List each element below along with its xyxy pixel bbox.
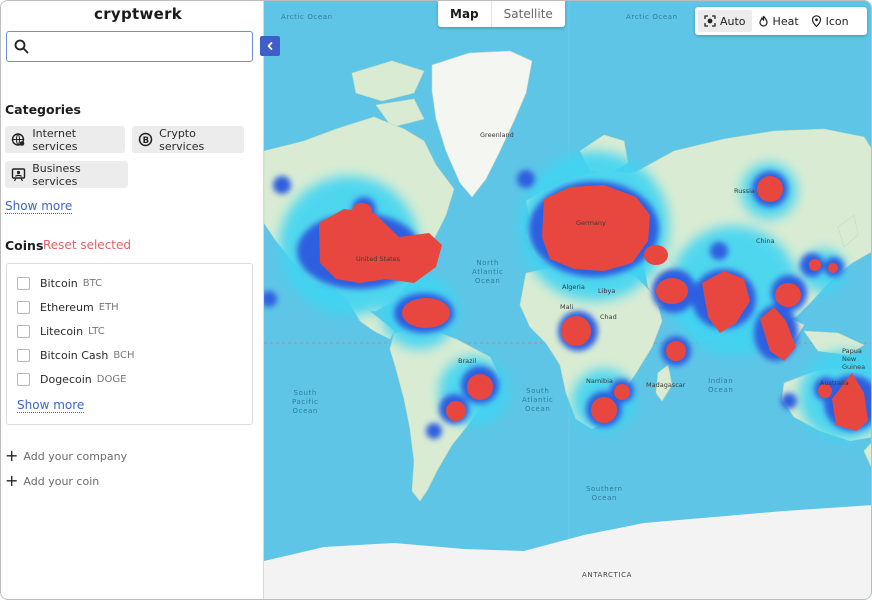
coin-name: Bitcoin Cash	[40, 348, 109, 362]
coin-name: Bitcoin	[40, 276, 78, 290]
plus-icon: +	[5, 446, 19, 465]
coin-checkbox[interactable]	[17, 372, 30, 386]
add-coin-label: Add your coin	[23, 474, 100, 488]
country-label: Libya	[598, 287, 616, 295]
auto-icon	[704, 15, 716, 27]
coins-list: Bitcoin BTC Ethereum ETH Litecoin LTC Bi…	[6, 263, 253, 425]
svg-text:B: B	[143, 136, 149, 146]
country-label: Chad	[600, 313, 617, 321]
category-label: Crypto services	[159, 126, 205, 153]
coin-item-litecoin[interactable]: Litecoin LTC	[17, 322, 105, 340]
mode-icon-label: Icon	[825, 14, 849, 28]
internet-services-icon	[11, 131, 26, 148]
category-internet-services[interactable]: Internet services	[5, 126, 125, 153]
logo[interactable]: cryptwerk	[94, 5, 182, 23]
country-label: Namibia	[586, 377, 613, 385]
ocean-label-south-atlantic: South Atlantic Ocean	[522, 387, 554, 413]
add-company-label: Add your company	[23, 449, 128, 463]
coin-name: Litecoin	[40, 324, 84, 338]
country-label: Brazil	[458, 357, 477, 365]
coin-item-bitcoin-cash[interactable]: Bitcoin Cash BCH	[17, 346, 135, 364]
ocean-label-indian: Indian Ocean	[708, 377, 734, 394]
map-canvas[interactable]: Arctic Ocean Arctic Ocean North Atlantic…	[264, 1, 871, 599]
country-label: Australia	[820, 379, 849, 387]
view-mode-toggle: Auto Heat Icon	[695, 7, 867, 35]
crypto-services-icon: B	[138, 131, 153, 148]
map-type-satellite-button[interactable]: Satellite	[490, 1, 565, 27]
coin-item-bitcoin[interactable]: Bitcoin BTC	[17, 274, 102, 292]
world-map	[264, 1, 871, 599]
reset-selected-link[interactable]: Reset selected	[43, 238, 131, 252]
coins-show-more-link[interactable]: Show more	[17, 398, 85, 413]
add-company-link[interactable]: + Add your company	[5, 446, 128, 465]
sidebar: cryptwerk Categories Internet services B…	[1, 1, 264, 599]
ocean-label-southern: Southern Ocean	[586, 485, 623, 502]
map-pin-icon	[811, 15, 822, 27]
search-icon	[14, 39, 29, 54]
categories-title: Categories	[5, 102, 81, 117]
mode-icon-button[interactable]: Icon	[805, 10, 855, 32]
coin-checkbox[interactable]	[17, 348, 30, 362]
country-label: Germany	[576, 219, 606, 227]
add-coin-link[interactable]: + Add your coin	[5, 471, 100, 490]
country-label: China	[756, 237, 775, 245]
continent-label-antarctica: ANTARCTICA	[582, 571, 632, 579]
category-crypto-services[interactable]: B Crypto services	[132, 126, 244, 153]
coin-checkbox[interactable]	[17, 300, 30, 314]
country-label: Mali	[560, 303, 574, 311]
category-business-services[interactable]: Business services	[5, 161, 128, 188]
app-window: cryptwerk Categories Internet services B…	[0, 0, 872, 600]
business-services-icon	[11, 166, 26, 183]
ocean-label-north-atlantic: North Atlantic Ocean	[472, 259, 504, 285]
search-box[interactable]	[6, 31, 253, 62]
coin-checkbox[interactable]	[17, 324, 30, 338]
coin-checkbox[interactable]	[17, 276, 30, 290]
coin-ticker: ETH	[98, 301, 119, 313]
search-input[interactable]	[37, 35, 247, 57]
plus-icon: +	[5, 471, 19, 490]
ocean-label-south-pacific: South Pacific Ocean	[292, 389, 319, 415]
coin-ticker: BCH	[113, 349, 135, 361]
coin-item-dogecoin[interactable]: Dogecoin DOGE	[17, 370, 126, 388]
ocean-label-arctic-right: Arctic Ocean	[626, 13, 678, 21]
coin-item-ethereum[interactable]: Ethereum ETH	[17, 298, 119, 316]
coin-ticker: BTC	[82, 277, 103, 289]
country-label: Russia	[734, 187, 755, 195]
coin-name: Dogecoin	[40, 372, 92, 386]
country-label: United States	[356, 255, 401, 263]
ocean-label-arctic-left: Arctic Ocean	[281, 13, 333, 21]
mode-heat-label: Heat	[772, 14, 799, 28]
category-label: Business services	[32, 161, 81, 188]
map-type-map-button[interactable]: Map	[438, 1, 491, 27]
collapse-sidebar-button[interactable]	[260, 36, 280, 56]
category-label: Internet services	[32, 126, 78, 153]
coins-title: Coins	[5, 238, 44, 253]
country-label: Papua New Guinea	[842, 347, 866, 371]
mode-auto-button[interactable]: Auto	[698, 10, 752, 32]
mode-heat-button[interactable]: Heat	[752, 10, 805, 32]
country-label: Madagascar	[646, 381, 686, 389]
coin-ticker: LTC	[88, 325, 105, 337]
coin-ticker: DOGE	[96, 373, 127, 385]
country-label: Greenland	[480, 131, 514, 139]
country-label: Algeria	[562, 283, 585, 291]
categories-show-more-link[interactable]: Show more	[5, 199, 73, 214]
chevron-left-icon	[267, 42, 273, 50]
map-type-toggle: Map Satellite	[438, 1, 565, 27]
flame-icon	[758, 15, 769, 27]
mode-auto-label: Auto	[720, 14, 746, 28]
coin-name: Ethereum	[40, 300, 94, 314]
